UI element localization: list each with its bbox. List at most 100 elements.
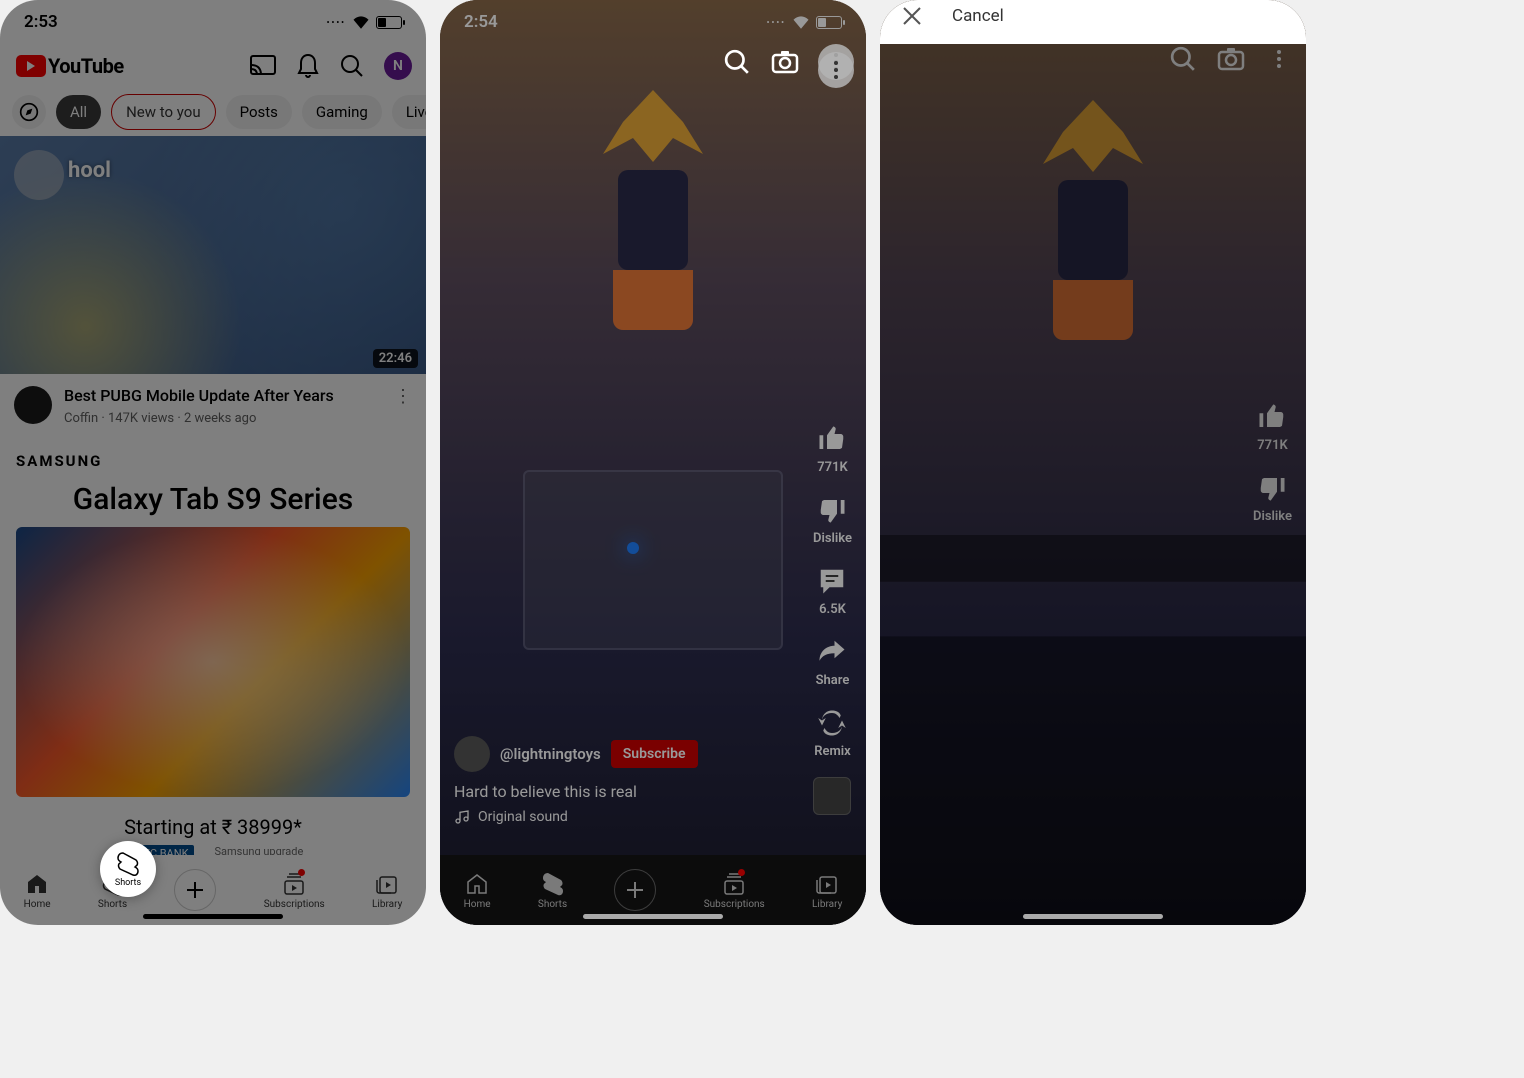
dots-vertical-icon	[834, 61, 838, 79]
dislike-button[interactable]: Dislike	[813, 493, 852, 546]
more-options-button[interactable]	[1264, 44, 1294, 74]
home-icon	[465, 872, 489, 896]
home-icon	[25, 872, 49, 896]
camera-button[interactable]	[1216, 44, 1246, 74]
video-duration: 22:46	[373, 349, 418, 368]
chip-live[interactable]: Live	[392, 95, 426, 129]
home-indicator[interactable]	[1023, 914, 1163, 919]
screen-shorts-player: 2:54 •••• 771K Dislike 6.5K Share	[440, 0, 866, 925]
youtube-logo[interactable]: YouTube	[16, 54, 124, 78]
library-icon	[815, 872, 839, 896]
thumb-down-icon	[817, 495, 847, 525]
status-bar: 2:54 ••••	[440, 0, 866, 44]
compass-icon	[19, 102, 39, 122]
video-thumbnail[interactable]: hool 22:46	[0, 136, 426, 374]
video-more-icon[interactable]: ⋮	[394, 386, 412, 407]
channel-avatar[interactable]	[454, 736, 490, 772]
camera-button[interactable]	[770, 47, 800, 77]
shorts-content-figure	[573, 90, 733, 330]
explore-button[interactable]	[12, 95, 46, 129]
chip-gaming[interactable]: Gaming	[302, 95, 382, 129]
search-button[interactable]	[722, 47, 752, 77]
shorts-action-rail: 771K Dislike 6.5K Share Remix	[813, 422, 852, 815]
share-button[interactable]: Share	[815, 635, 849, 688]
shorts-caption: Hard to believe this is real	[454, 782, 786, 801]
close-icon	[902, 6, 922, 26]
ad-image	[16, 527, 410, 797]
shorts-info-panel: @lightningtoys Subscribe Hard to believe…	[454, 736, 786, 825]
comment-icon	[817, 566, 847, 596]
cellular-dots: ••••	[327, 18, 346, 27]
share-icon	[817, 637, 847, 667]
ad-card[interactable]: SAMSUNG Galaxy Tab S9 Series Starting at…	[0, 438, 426, 870]
channel-avatar[interactable]	[14, 386, 52, 424]
thumb-up-icon	[1257, 402, 1287, 432]
sound-thumbnail[interactable]	[813, 777, 851, 815]
wifi-icon	[792, 15, 810, 29]
chip-new-to-you[interactable]: New to you	[111, 94, 216, 130]
cellular-dots: ••••	[767, 18, 786, 27]
plus-icon	[184, 879, 206, 901]
create-button[interactable]	[614, 869, 656, 911]
battery-icon	[376, 16, 402, 29]
shorts-top-actions	[1168, 44, 1294, 74]
tab-shorts[interactable]: Shorts	[538, 871, 567, 910]
shorts-icon	[117, 851, 139, 877]
status-time: 2:53	[24, 12, 58, 32]
menu-cancel[interactable]: Cancel	[880, 0, 1306, 44]
camera-icon	[1217, 47, 1245, 71]
tab-home[interactable]: Home	[24, 871, 51, 910]
music-note-icon	[454, 809, 470, 825]
shorts-icon	[542, 871, 564, 897]
bell-icon[interactable]	[296, 53, 320, 79]
tab-library[interactable]: Library	[812, 871, 842, 910]
thumb-overlay-text: hool	[68, 158, 111, 183]
battery-icon	[816, 16, 842, 29]
avatar[interactable]: N	[384, 52, 412, 80]
subscribe-button[interactable]: Subscribe	[611, 740, 698, 768]
wifi-icon	[352, 15, 370, 29]
dislike-button[interactable]: Dislike	[1253, 471, 1292, 524]
status-time: 2:54	[464, 12, 498, 32]
home-indicator[interactable]	[143, 914, 283, 919]
library-icon	[375, 872, 399, 896]
chip-posts[interactable]: Posts	[226, 95, 292, 129]
tab-subscriptions[interactable]: Subscriptions	[264, 871, 325, 910]
dots-vertical-icon	[1277, 50, 1281, 68]
video-title: Best PUBG Mobile Update After Years	[64, 386, 382, 407]
tab-subscriptions[interactable]: Subscriptions	[704, 871, 765, 910]
chip-all[interactable]: All	[56, 95, 101, 129]
status-indicators: ••••	[327, 15, 402, 29]
like-button[interactable]: 771K	[1255, 400, 1289, 453]
shorts-content-device	[523, 470, 783, 650]
search-icon	[1170, 46, 1196, 72]
cast-icon[interactable]	[250, 55, 276, 77]
shorts-content-figure	[1013, 100, 1173, 340]
ad-price: Starting at ₹ 38999*	[16, 815, 410, 839]
ad-title: Galaxy Tab S9 Series	[16, 482, 410, 517]
tab-library[interactable]: Library	[372, 871, 402, 910]
video-row[interactable]: Best PUBG Mobile Update After Years Coff…	[0, 374, 426, 438]
sound-row[interactable]: Original sound	[454, 809, 786, 825]
like-button[interactable]: 771K	[815, 422, 849, 475]
screen-shorts-menu: 3:02 •••• 771K Dislike Description	[880, 0, 1306, 925]
bottom-sheet-menu: Description Save to playlist CC Captions…	[880, 0, 1306, 44]
tab-home[interactable]: Home	[464, 871, 491, 910]
video-meta: Coffin · 147K views · 2 weeks ago	[64, 411, 382, 426]
shorts-action-rail: 771K Dislike	[1253, 400, 1292, 524]
screen-youtube-home: 2:53 •••• YouTube N All New to you Posts…	[0, 0, 426, 925]
more-options-highlighted[interactable]	[818, 52, 854, 88]
shorts-tab-highlighted[interactable]: Shorts	[100, 841, 156, 897]
comments-button[interactable]: 6.5K	[815, 564, 849, 617]
remix-button[interactable]: Remix	[814, 706, 851, 759]
thumb-up-icon	[817, 424, 847, 454]
channel-handle[interactable]: @lightningtoys	[500, 745, 601, 763]
youtube-play-icon	[16, 55, 46, 77]
search-button[interactable]	[1168, 44, 1198, 74]
create-button[interactable]	[174, 869, 216, 911]
search-icon	[724, 49, 750, 75]
plus-icon	[624, 879, 646, 901]
search-icon[interactable]	[340, 54, 364, 78]
remix-icon	[817, 708, 847, 738]
home-indicator[interactable]	[583, 914, 723, 919]
